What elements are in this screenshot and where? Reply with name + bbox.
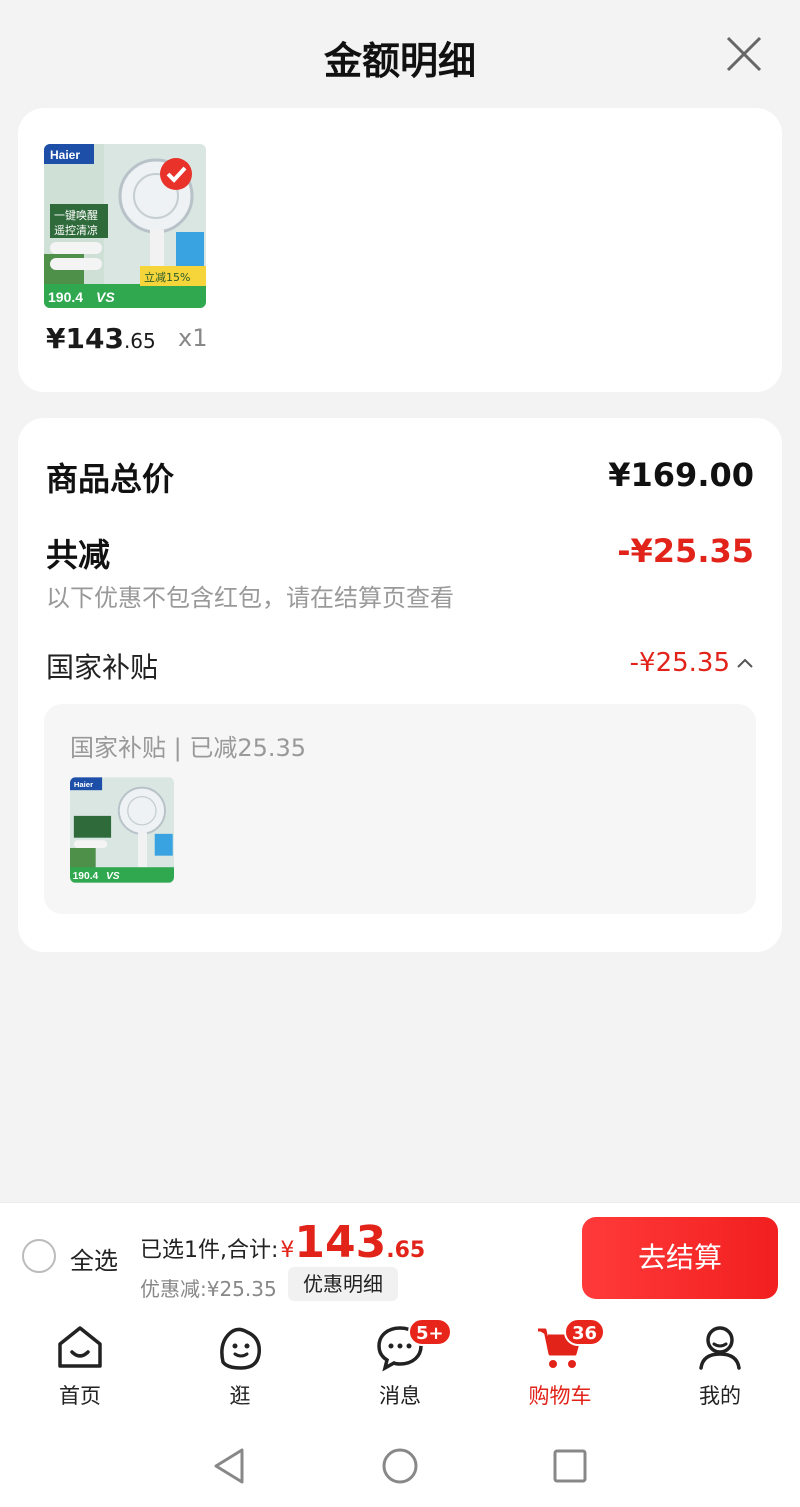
- total-label: 商品总价: [46, 460, 175, 498]
- svg-text:Haier: Haier: [74, 780, 93, 789]
- tab-browse[interactable]: 逛: [160, 1310, 320, 1422]
- tab-cart[interactable]: 36 购物车: [480, 1310, 640, 1422]
- bottom-tab-bar: 首页 逛 5+ 消息 36 购物车 我的: [0, 1310, 800, 1422]
- reduce-value: -¥25.35: [617, 532, 754, 570]
- tab-messages-label: 消息: [379, 1384, 421, 1408]
- checkout-bar: 全选 已选1件,合计: ¥ 143 .65 优惠减:¥25.35 优惠明细 去结…: [0, 1202, 800, 1310]
- subsidy-detail-title: 国家补贴 | 已减25.35: [70, 734, 307, 762]
- subsidy-value: -¥25.35: [629, 648, 730, 678]
- tab-cart-label: 购物车: [528, 1384, 592, 1408]
- discount-text: 优惠减:¥25.35: [140, 1277, 277, 1301]
- home-nav-icon[interactable]: [380, 1446, 420, 1486]
- tab-browse-label: 逛: [229, 1384, 251, 1408]
- select-all-radio[interactable]: [22, 1239, 56, 1273]
- tab-messages[interactable]: 5+ 消息: [320, 1310, 480, 1422]
- product-quantity: x1: [178, 324, 208, 352]
- tab-profile[interactable]: 我的: [640, 1310, 800, 1422]
- price-summary-card: 商品总价 ¥169.00 共减 -¥25.35 以下优惠不包含红包，请在结算页查…: [18, 418, 782, 952]
- svg-text:VS: VS: [96, 289, 115, 305]
- subsidy-product-thumbnail: Haier 190.4 VS: [70, 777, 174, 883]
- page-title: 金额明细: [323, 39, 476, 83]
- svg-text:190.4: 190.4: [73, 871, 99, 882]
- profile-icon: [699, 1326, 741, 1370]
- checkout-button[interactable]: 去结算: [582, 1217, 778, 1299]
- total-value: ¥169.00: [608, 456, 754, 494]
- total-decimal: .65: [386, 1238, 426, 1263]
- total-line: 已选1件,合计: ¥ 143 .65: [140, 1221, 425, 1265]
- recents-icon[interactable]: [550, 1446, 590, 1486]
- svg-text:遥控清凉: 遥控清凉: [54, 223, 98, 237]
- svg-text:190.4: 190.4: [48, 289, 83, 305]
- svg-text:立减15%: 立减15%: [144, 270, 190, 284]
- chevron-up-icon: [737, 658, 753, 668]
- total-currency: ¥: [280, 1238, 295, 1263]
- selected-count-text: 已选1件,合计:: [140, 1238, 279, 1263]
- discount-note: 以下优惠不包含红包，请在结算页查看: [46, 584, 454, 612]
- tab-profile-label: 我的: [699, 1384, 741, 1408]
- home-icon: [58, 1326, 102, 1368]
- svg-text:Haier: Haier: [50, 148, 80, 162]
- discount-detail-button[interactable]: 优惠明细: [288, 1267, 398, 1301]
- product-thumbnail[interactable]: Haier 一键唤醒 遥控清凉 190.4 VS 立减15%: [44, 144, 206, 308]
- browse-icon: [220, 1327, 261, 1370]
- product-card: Haier 一键唤醒 遥控清凉 190.4 VS 立减15% ¥143.65 x…: [18, 108, 782, 392]
- system-nav-bar: [0, 1422, 800, 1507]
- messages-badge: 5+: [408, 1318, 452, 1346]
- subsidy-label: 国家补贴: [46, 651, 159, 684]
- thumbnail-brand-text: Haier: [50, 148, 80, 162]
- tab-home-label: 首页: [59, 1384, 101, 1408]
- close-icon[interactable]: [724, 34, 764, 74]
- product-price: ¥143.65: [46, 322, 156, 355]
- back-icon[interactable]: [210, 1446, 250, 1486]
- reduce-label: 共减: [46, 536, 111, 574]
- cart-badge: 36: [564, 1318, 606, 1346]
- subsidy-toggle[interactable]: -¥25.35: [630, 648, 754, 678]
- total-integer: 143: [294, 1217, 387, 1268]
- select-all-label[interactable]: 全选: [70, 1241, 118, 1276]
- tab-home[interactable]: 首页: [0, 1310, 160, 1422]
- svg-text:VS: VS: [106, 871, 120, 882]
- header: 金额明细: [0, 0, 800, 108]
- svg-text:一键唤醒: 一键唤醒: [54, 208, 98, 222]
